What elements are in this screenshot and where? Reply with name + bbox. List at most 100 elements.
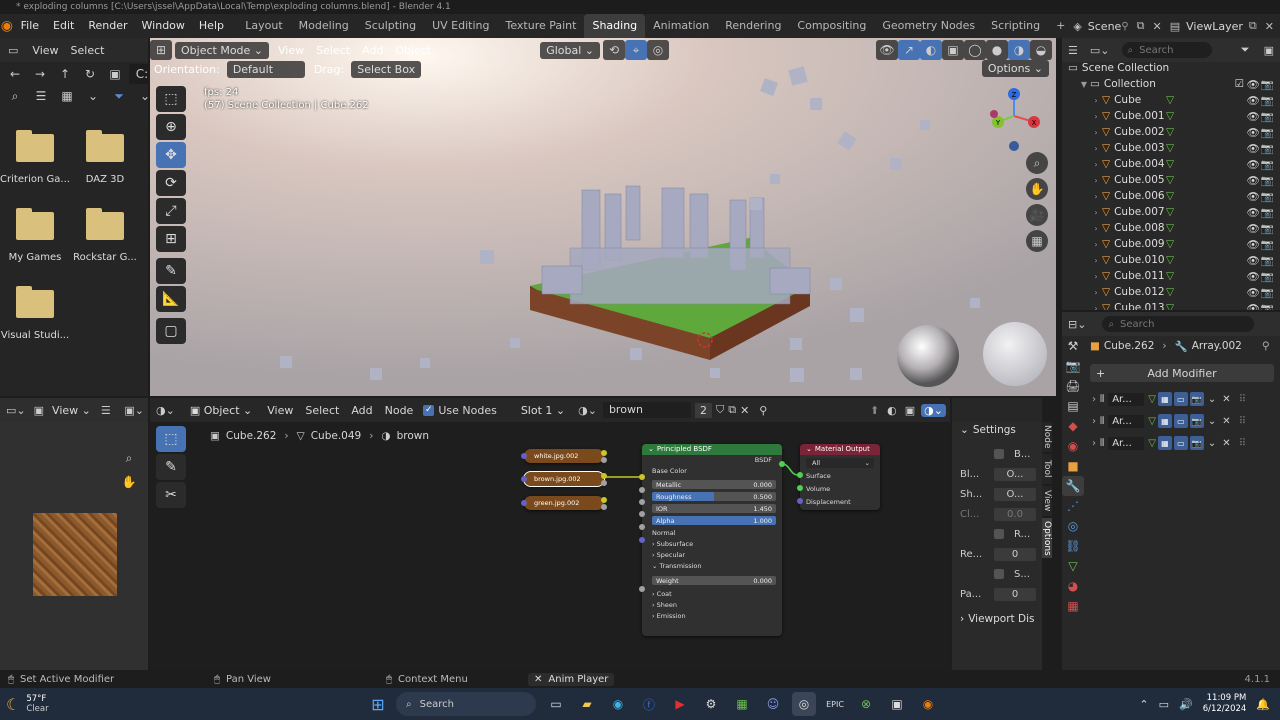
select-box-tool-icon[interactable]: ⬚ [156,426,186,452]
roughness-socket[interactable] [639,499,645,505]
viewport-menu-add[interactable]: Add [356,44,389,57]
image-mode-icon[interactable]: ▣ [32,404,46,417]
folder-item[interactable]: Criterion Ga... [0,130,70,185]
mesh-data-icon[interactable]: ▽ [1166,302,1174,310]
modifier-name[interactable]: Ar... [1108,436,1145,450]
data-tab-icon[interactable]: ▽ [1062,556,1084,576]
edit-mode-icon[interactable]: ▽ [1148,394,1156,405]
physics-tab-icon[interactable]: ◎ [1062,516,1084,536]
viewport-display-panel-header[interactable]: › Viewport Dis [960,611,1034,627]
eye-icon[interactable]: 👁 [1247,302,1260,311]
material-name-field[interactable]: brown [602,402,691,418]
bsdf-field-metallic[interactable]: Metallic 0.000 [652,480,776,489]
node-menu-node[interactable]: Node [379,404,420,417]
zoom-icon[interactable]: ⌕ [1026,152,1048,174]
viewport-display-icon[interactable]: ▭ [1173,414,1188,428]
eye-icon[interactable]: 👁 [1247,222,1260,235]
outliner-object-row[interactable]: › ▽ Cube.002 ▽ 👁 📷 [1062,124,1280,140]
fake-user-shield-icon[interactable]: ⛉ [716,403,724,417]
drag-handle-icon[interactable]: ⠿ [1239,416,1246,427]
render-camera-icon[interactable]: 📷 [1261,174,1274,187]
mesh-data-icon[interactable]: ▽ [1166,190,1174,202]
expand-right-icon[interactable]: › [1090,256,1102,265]
outliner-object-row[interactable]: › ▽ Cube.011 ▽ 👁 📷 [1062,268,1280,284]
forward-arrow-icon[interactable]: → [29,64,51,84]
settings-row[interactable]: Re... 0 [960,546,1036,562]
windows-start-icon[interactable]: ⊞ [366,692,390,716]
color-socket[interactable] [601,473,607,479]
outliner-object-row[interactable]: › ▽ Cube.009 ▽ 👁 📷 [1062,236,1280,252]
texture-node-brown[interactable]: brown.jpg.002 [523,471,605,487]
tab-uv-editing[interactable]: UV Editing [424,14,497,38]
file-menu-select[interactable]: Select [65,44,111,57]
settings-panel-header[interactable]: ⌄ Settings [960,422,1016,438]
eye-icon[interactable]: 👁 [1247,110,1260,123]
outliner-object-row[interactable]: › ▽ Cube.012 ▽ 👁 📷 [1062,284,1280,300]
settings-row[interactable]: Bl... O... [960,466,1036,482]
weather-widget[interactable]: ☾ 57°F Clear [6,694,126,714]
scene-collection-row[interactable]: ▭ Scene Collection [1062,60,1280,76]
wireframe-shading-icon[interactable]: ◯ [964,40,986,60]
expand-right-icon[interactable]: › [1090,128,1102,137]
path-field[interactable]: C: [129,64,148,84]
duplicate-material-icon[interactable]: ⧉ [728,403,736,417]
rendered-shading-icon[interactable]: ◒ [1030,40,1052,60]
metallic-socket[interactable] [639,487,645,493]
principled-bsdf-node[interactable]: ⌄ Principled BSDF BSDF Base Color Metalli… [642,444,782,636]
modifier-name[interactable]: Ar... [1108,392,1145,406]
expand-right-icon[interactable]: › [1090,192,1102,201]
normal-socket[interactable] [639,537,645,543]
modifier-row[interactable]: › ⫴ Ar... ▽ ▦ ▭ 📷 ⌄ ✕ ⠿ [1092,434,1276,452]
add-cube-tool-icon[interactable]: ▢ [156,318,186,344]
node-overlay-toggle-icon[interactable]: ◑⌄ [921,403,946,417]
texture-tab-icon[interactable]: ▦ [1062,596,1084,616]
mesh-data-icon[interactable]: ▽ [1166,254,1174,266]
vector-socket[interactable] [521,453,527,459]
expand-right-icon[interactable]: › [1090,288,1102,297]
facebook-icon[interactable]: ⓕ [637,692,661,716]
settings-row[interactable]: S... [960,566,1036,582]
outliner-editor-icon[interactable]: ☰ [1062,44,1084,57]
edit-mode-icon[interactable]: ▽ [1148,416,1156,427]
image-view-menu[interactable]: View ⌄ [46,404,97,417]
modifier-name[interactable]: Ar... [1108,414,1145,428]
unlink-material-icon[interactable]: ✕ [740,404,749,417]
modifier-row[interactable]: › ⫴ Ar... ▽ ▦ ▭ 📷 ⌄ ✕ ⠿ [1092,412,1276,430]
menu-file[interactable]: File [14,14,46,38]
bsdf-field-alpha[interactable]: Alpha 1.000 [652,516,776,525]
eye-icon[interactable]: 👁 [1247,126,1260,139]
mesh-data-icon[interactable]: ▽ [1166,94,1174,106]
refresh-icon[interactable]: ↻ [79,64,101,84]
render-camera-icon[interactable]: 📷 [1261,238,1274,251]
sidebar-tab-view[interactable]: View [1042,486,1052,516]
delete-scene-icon[interactable]: ✕ [1153,20,1162,33]
render-tab-icon[interactable]: 📷 [1062,356,1084,376]
expand-right-icon[interactable]: › [1090,176,1102,185]
tab-scripting[interactable]: Scripting [983,14,1048,38]
mesh-data-icon[interactable]: ▽ [1166,158,1174,170]
weight-field[interactable]: Weight 0.000 [652,576,776,585]
bsdf-field-ior[interactable]: IOR 1.450 [652,504,776,513]
close-icon[interactable]: ✕ [534,674,542,685]
menu-help[interactable]: Help [192,14,231,38]
image-display-icon[interactable]: ▣⌄ [120,404,148,417]
transform-tool-icon[interactable]: ⊞ [156,226,186,252]
particles-tab-icon[interactable]: ⋰ [1062,496,1084,516]
expand-right-icon[interactable]: › [1092,416,1096,427]
expand-right-icon[interactable]: › [1090,208,1102,217]
cursor-tool-icon[interactable]: ⊕ [156,114,186,140]
object-tab-icon[interactable]: ■ [1062,456,1084,476]
node-editor-type-icon[interactable]: ◑⌄ [150,404,181,417]
parent-dir-icon[interactable]: ↑ [54,64,76,84]
select-box-tool-icon[interactable]: ⬚ [156,86,186,112]
edit-mode-icon[interactable]: ▽ [1148,438,1156,449]
hamburger-icon[interactable]: ☰ [97,404,115,417]
file-explorer-icon[interactable]: ▰ [575,692,599,716]
checkbox-icon[interactable] [994,569,1004,579]
tray-chevron-up-icon[interactable]: ⌃ [1139,698,1148,711]
expand-right-icon[interactable]: › [1090,96,1102,105]
remove-modifier-icon[interactable]: ✕ [1222,394,1230,405]
folder-item[interactable]: Visual Studi... [0,286,70,341]
tab-rendering[interactable]: Rendering [717,14,789,38]
remove-modifier-icon[interactable]: ✕ [1222,438,1230,449]
